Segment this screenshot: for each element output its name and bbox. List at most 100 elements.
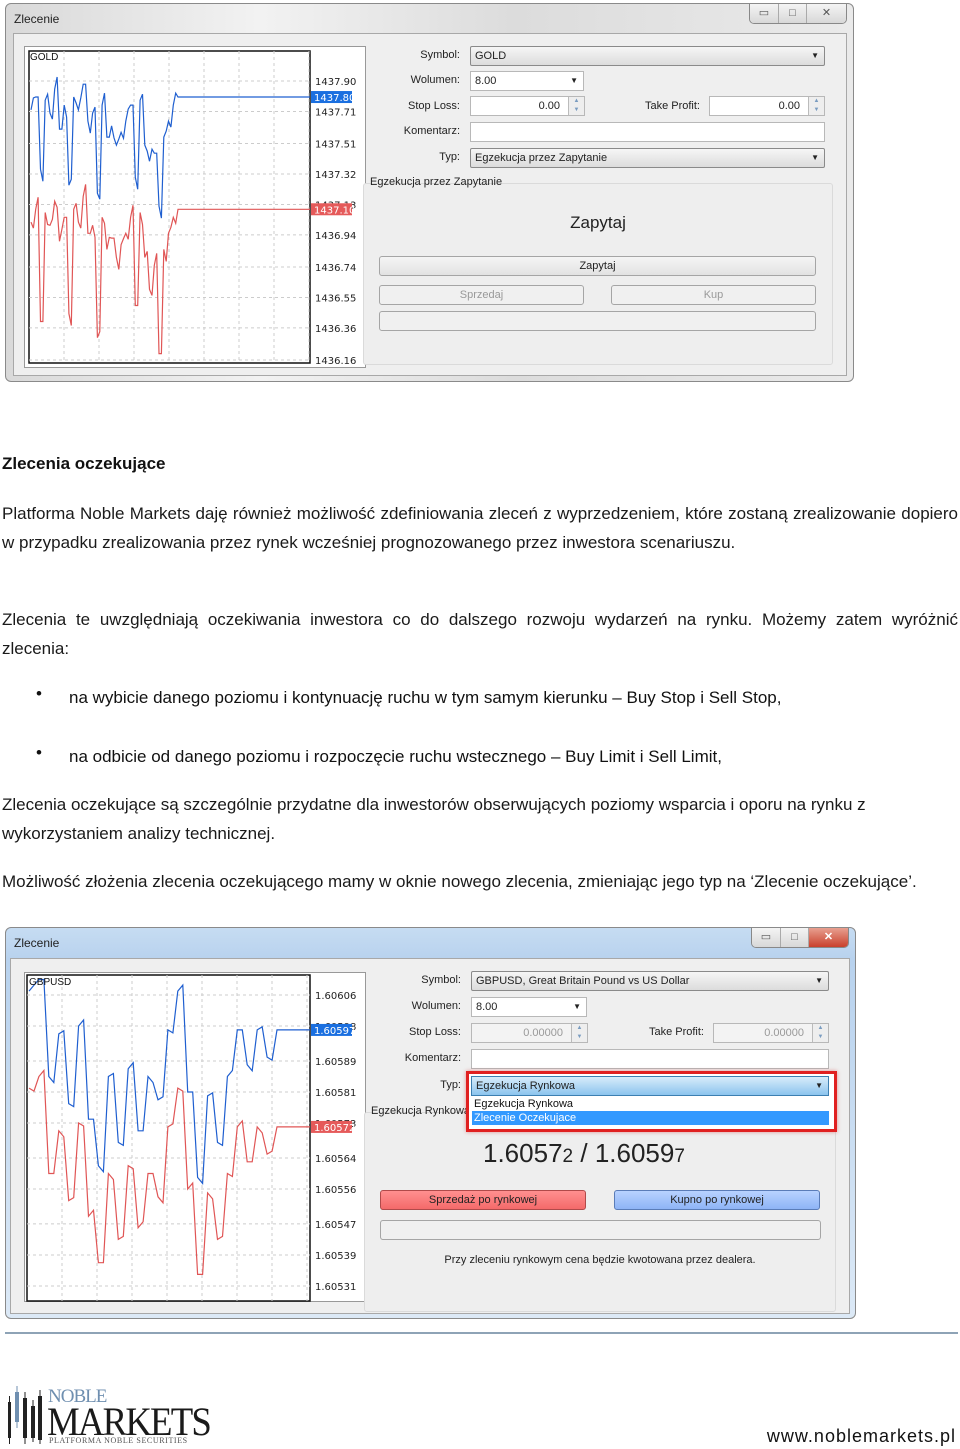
website-url[interactable]: www.noblemarkets.pl	[767, 1426, 956, 1447]
chevron-down-icon: ▼	[811, 51, 819, 60]
comment-label: Komentarz:	[404, 1052, 461, 1064]
price-chart: 1437.901437.711437.511437.321437.131436.…	[24, 46, 366, 368]
type-select[interactable]: Egzekucja przez Zapytanie ▼	[470, 148, 825, 168]
stop-loss-input[interactable]: 0.00 ▲ ▼	[470, 96, 585, 116]
chevron-down-icon: ▼	[811, 153, 819, 162]
price-tick-label: 1436.16	[315, 356, 356, 367]
type-select[interactable]: Egzekucja Rynkowa ▼	[471, 1076, 829, 1096]
volume-combo[interactable]: 8.00 ▼	[470, 71, 584, 91]
volume-label: Wolumen:	[410, 74, 460, 86]
price-tick-label: 1.60564	[315, 1154, 356, 1165]
price-tick-label: 1436.74	[315, 263, 356, 274]
bid-price-pip: 2	[562, 1146, 574, 1167]
price-tick-label: 1.60556	[315, 1185, 356, 1196]
spinner-icon[interactable]: ▲ ▼	[568, 97, 584, 115]
chart-symbol: GOLD	[30, 52, 59, 63]
status-bar	[380, 1220, 821, 1240]
chevron-down-icon: ▼	[815, 1081, 823, 1090]
take-profit-value: 0.00000	[764, 1027, 804, 1039]
dialog-title: Zlecenie	[14, 936, 60, 950]
symbol-value: GOLD	[475, 50, 507, 62]
quote-separator: /	[580, 1138, 588, 1168]
type-option-selected[interactable]: Zlecenie Oczekujace	[472, 1111, 829, 1125]
spinner-icon[interactable]: ▲ ▼	[571, 1024, 587, 1042]
ask-price-label: 1437.80	[314, 93, 355, 104]
quote-display: 1.60572 / 1.60597	[483, 1138, 685, 1169]
volume-combo[interactable]: 8.00 ▼	[471, 997, 587, 1017]
gbpusd-chart-svg: 1.606061.605981.605891.605811.605731.605…	[26, 974, 356, 1302]
dialog-title: Zlecenie	[14, 12, 60, 26]
request-button[interactable]: Zapytaj	[379, 256, 816, 276]
minimize-button[interactable]: ▭	[750, 4, 778, 23]
price-tick-label: 1436.36	[315, 324, 356, 335]
bid-price: 1.6057	[483, 1138, 563, 1168]
symbol-value: GBPUSD, Great Britain Pound vs US Dollar	[476, 975, 690, 987]
stop-loss-input[interactable]: 0.00000 ▲ ▼	[471, 1023, 588, 1043]
stop-loss-label: Stop Loss:	[408, 100, 460, 112]
group-label: Egzekucja przez Zapytanie	[370, 176, 503, 188]
stop-loss-value: 0.00	[538, 100, 560, 112]
paragraph-4: Możliwość złożenia zlecenia oczekującego…	[2, 872, 917, 891]
buy-market-button[interactable]: Kupno po rynkowej	[614, 1190, 820, 1210]
symbol-label: Symbol:	[420, 49, 460, 61]
bullet-icon: •	[36, 684, 42, 703]
ask-price-pip: 7	[674, 1146, 685, 1167]
bullet-item-1: na wybicie danego poziomu i kontynuację …	[69, 688, 782, 707]
group-label: Egzekucja Rynkowa	[371, 1105, 471, 1117]
price-tick-label: 1.60581	[315, 1088, 356, 1099]
ask-price-label: 1.60597	[314, 1026, 355, 1037]
type-label: Typ:	[439, 151, 460, 163]
chevron-down-icon: ▼	[570, 76, 578, 85]
chevron-down-icon: ▼	[815, 976, 823, 985]
paragraph-1: Platforma Noble Markets daję również moż…	[2, 504, 958, 552]
sell-market-button[interactable]: Sprzedaż po rynkowej	[380, 1190, 586, 1210]
price-chart: 1.606061.605981.605891.605811.605731.605…	[24, 972, 366, 1302]
price-tick-label: 1437.90	[315, 77, 356, 88]
symbol-select[interactable]: GBPUSD, Great Britain Pound vs US Dollar…	[471, 971, 829, 991]
plot-area	[26, 974, 311, 1302]
spinner-icon[interactable]: ▲ ▼	[812, 1024, 828, 1042]
volume-value: 8.00	[476, 1001, 498, 1013]
request-heading: Zapytaj	[570, 213, 626, 232]
bid-price-label: 1437.10	[314, 205, 355, 216]
price-tick-label: 1436.55	[315, 293, 356, 304]
buy-button[interactable]: Kup	[611, 285, 816, 305]
comment-input[interactable]	[471, 1049, 829, 1069]
type-label: Typ:	[440, 1079, 461, 1091]
candlestick-logo-icon	[8, 1386, 42, 1444]
status-bar	[379, 311, 816, 331]
close-button[interactable]: ✕	[806, 4, 846, 23]
comment-input[interactable]	[470, 122, 825, 142]
take-profit-value: 0.00	[778, 100, 800, 112]
stop-loss-label: Stop Loss:	[409, 1026, 461, 1038]
price-tick-label: 1.60606	[315, 991, 356, 1002]
take-profit-input[interactable]: 0.00 ▲ ▼	[709, 96, 825, 116]
spinner-icon[interactable]: ▲ ▼	[808, 97, 824, 115]
price-tick-label: 1.60531	[315, 1282, 356, 1293]
stop-loss-value: 0.00000	[523, 1027, 563, 1039]
footer-divider	[5, 1332, 958, 1334]
maximize-button[interactable]: □	[778, 4, 806, 23]
window-controls: ▭ □ ✕	[749, 4, 847, 24]
gold-chart-svg: 1437.901437.711437.511437.321437.131436.…	[28, 50, 356, 367]
volume-label: Wolumen:	[411, 1000, 461, 1012]
price-tick-label: 1436.94	[315, 231, 356, 242]
bullet-icon: •	[36, 743, 42, 762]
symbol-label: Symbol:	[421, 974, 461, 986]
price-tick-label: 1.60589	[315, 1057, 356, 1068]
price-tick-label: 1.60539	[315, 1251, 356, 1262]
minimize-button[interactable]: ▭	[752, 928, 780, 947]
sell-button[interactable]: Sprzedaj	[379, 285, 584, 305]
paragraph-2: Zlecenia te uwzględniają oczekiwania inw…	[2, 610, 958, 658]
section-heading: Zlecenia oczekujące	[2, 454, 166, 473]
company-logo: NOBLE MARKETS PLATFORMA NOBLE SECURITIES	[6, 1384, 212, 1446]
type-value: Egzekucja Rynkowa	[476, 1080, 576, 1092]
maximize-button[interactable]: □	[780, 928, 808, 947]
symbol-select[interactable]: GOLD ▼	[470, 46, 825, 66]
close-button[interactable]: ✕	[808, 928, 848, 947]
paragraph-3: Zlecenia oczekujące są szczególnie przyd…	[2, 795, 866, 843]
type-option[interactable]: Egzekucja Rynkowa	[472, 1098, 829, 1111]
comment-label: Komentarz:	[403, 125, 460, 137]
price-tick-label: 1437.32	[315, 170, 356, 181]
take-profit-input[interactable]: 0.00000 ▲ ▼	[713, 1023, 829, 1043]
